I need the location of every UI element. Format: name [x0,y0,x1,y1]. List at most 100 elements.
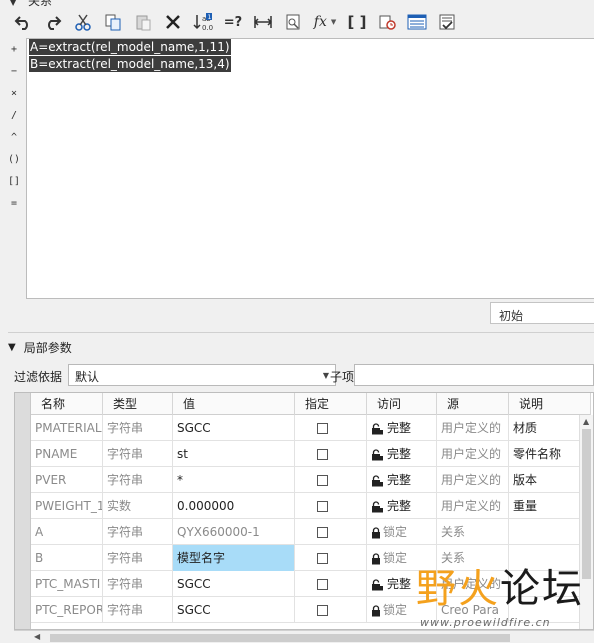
scroll-thumb[interactable] [582,429,591,579]
unit-sensitive-icon[interactable] [372,10,402,34]
param-value[interactable]: 0.000000 [173,493,295,519]
param-access[interactable]: 完整 [367,415,437,441]
table-row[interactable]: PTC_REPOR 字符串 SGCC 锁定 Creo Para [31,597,591,623]
param-designate[interactable] [295,493,367,519]
sort-relations-icon[interactable]: ab10.0 [188,10,218,34]
scroll-up-icon[interactable]: ▲ [583,417,589,426]
parameters-icon[interactable]: [ ] [342,10,372,34]
paste-icon[interactable] [128,10,158,34]
param-source[interactable]: 关系 [437,545,509,571]
table-row[interactable]: PTC_MASTI 字符串 SGCC 完整 用户定义的 [31,571,591,597]
param-type[interactable]: 字符串 [103,597,173,623]
param-type[interactable]: 字符串 [103,571,173,597]
operator-parentheses[interactable]: () [0,148,28,170]
relation-state-dropdown[interactable]: 初始 [490,302,594,324]
table-row[interactable]: PWEIGHT_1 实数 0.000000 完整 用户定义的 重量 [31,493,591,519]
cut-icon[interactable] [68,10,98,34]
show-dimension-icon[interactable] [278,10,308,34]
param-type[interactable]: 字符串 [103,519,173,545]
operator-multiply[interactable]: × [0,82,28,104]
relation-line[interactable]: B=extract(rel_model_name,13,4) [29,56,231,72]
param-value[interactable]: st [173,441,295,467]
param-value[interactable]: 模型名字 [173,545,295,571]
param-source[interactable]: 用户定义的 [437,571,509,597]
param-value[interactable]: SGCC [173,597,295,623]
local-params-icon[interactable] [402,10,432,34]
function-icon[interactable]: fx ▼ [308,10,342,34]
scroll-thumb[interactable] [50,634,510,642]
designate-checkbox[interactable] [317,423,328,434]
redo-icon[interactable] [38,10,68,34]
designate-checkbox[interactable] [317,449,328,460]
param-designate[interactable] [295,415,367,441]
chevron-down-icon[interactable]: ▼ [323,371,329,380]
param-access[interactable]: 完整 [367,441,437,467]
collapse-arrow-icon[interactable]: ▼ [10,0,16,7]
operator-plus[interactable]: + [0,38,28,60]
horizontal-scrollbar[interactable]: ◀ [14,630,594,643]
param-type[interactable]: 字符串 [103,467,173,493]
table-row[interactable]: A 字符串 QYX660000-1 锁定 关系 [31,519,591,545]
param-designate[interactable] [295,519,367,545]
param-value[interactable]: QYX660000-1 [173,519,295,545]
param-designate[interactable] [295,441,367,467]
param-name[interactable]: B [31,545,103,571]
param-designate[interactable] [295,597,367,623]
column-header-source[interactable]: 源 [437,393,509,415]
column-header-description[interactable]: 说明 [509,393,591,415]
filter-dropdown[interactable]: 默认 ▼ [68,364,336,386]
sub-item-input[interactable] [354,364,594,386]
param-value[interactable]: * [173,467,295,493]
param-access[interactable]: 锁定 [367,597,437,623]
param-access[interactable]: 完整 [367,571,437,597]
param-designate[interactable] [295,545,367,571]
column-header-designate[interactable]: 指定 [295,393,367,415]
operator-brackets[interactable]: [] [0,170,28,192]
param-access[interactable]: 完整 [367,493,437,519]
param-source[interactable]: 用户定义的 [437,467,509,493]
table-row[interactable]: B 字符串 模型名字 锁定 关系 [31,545,591,571]
param-type[interactable]: 实数 [103,493,173,519]
operator-power[interactable]: ^ [0,126,28,148]
verify-icon[interactable] [432,10,462,34]
copy-icon[interactable] [98,10,128,34]
collapse-arrow-icon[interactable]: ▼ [8,342,16,353]
table-row[interactable]: PVER 字符串 * 完整 用户定义的 版本 [31,467,591,493]
table-row[interactable]: PMATERIAL 字符串 SGCC 完整 用户定义的 材质 [31,415,591,441]
vertical-scrollbar[interactable]: ▲ [579,415,593,629]
table-row[interactable]: PNAME 字符串 st 完整 用户定义的 零件名称 [31,441,591,467]
param-access[interactable]: 锁定 [367,519,437,545]
designate-checkbox[interactable] [317,605,328,616]
param-value[interactable]: SGCC [173,415,295,441]
param-source[interactable]: 用户定义的 [437,415,509,441]
evaluate-icon[interactable]: =? [218,10,248,34]
param-designate[interactable] [295,571,367,597]
relations-editor[interactable]: A=extract(rel_model_name,1,11) B=extract… [26,38,594,299]
designate-checkbox[interactable] [317,553,328,564]
param-source[interactable]: 用户定义的 [437,493,509,519]
designate-checkbox[interactable] [317,579,328,590]
param-source[interactable]: 关系 [437,519,509,545]
designate-checkbox[interactable] [317,475,328,486]
column-header-name[interactable]: 名称 [31,393,103,415]
local-params-header[interactable]: ▼ 局部参数 [8,338,72,356]
param-name[interactable]: PWEIGHT_1 [31,493,103,519]
operator-equals[interactable]: = [0,192,28,214]
operator-minus[interactable]: − [0,60,28,82]
param-name[interactable]: PTC_MASTI [31,571,103,597]
param-name[interactable]: PTC_REPOR [31,597,103,623]
param-access[interactable]: 完整 [367,467,437,493]
param-name[interactable]: PMATERIAL [31,415,103,441]
delete-icon[interactable] [158,10,188,34]
column-header-access[interactable]: 访问 [367,393,437,415]
param-source[interactable]: 用户定义的 [437,441,509,467]
relation-line[interactable]: A=extract(rel_model_name,1,11) [29,39,231,55]
designate-checkbox[interactable] [317,501,328,512]
param-value[interactable]: SGCC [173,571,295,597]
panel-header-relations[interactable]: ▼ 关系 [0,0,594,8]
param-designate[interactable] [295,467,367,493]
undo-icon[interactable] [8,10,38,34]
designate-checkbox[interactable] [317,527,328,538]
column-header-type[interactable]: 类型 [103,393,173,415]
column-header-value[interactable]: 值 [173,393,295,415]
